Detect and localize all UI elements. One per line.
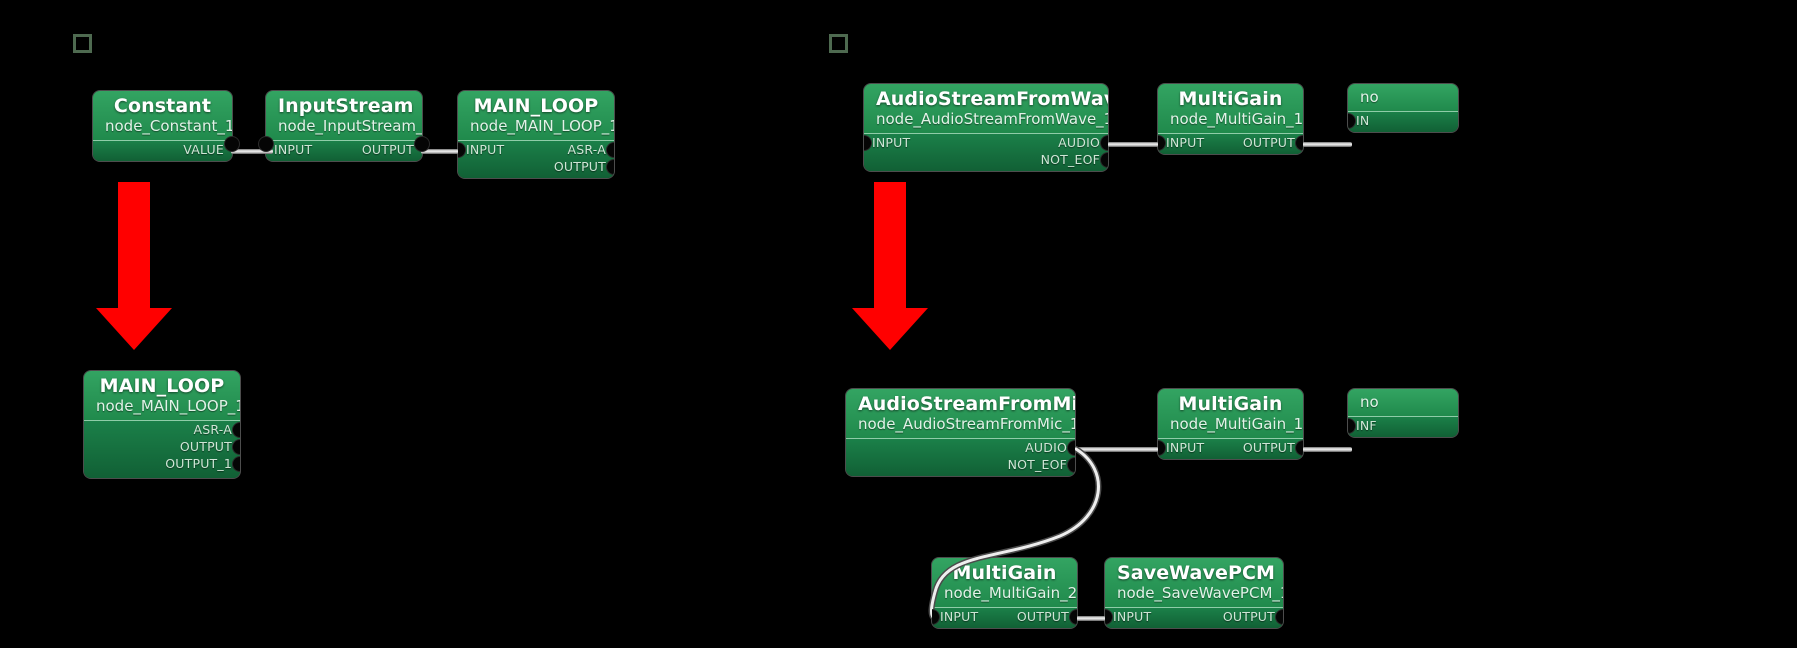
port-dot-out-asr-a[interactable] bbox=[233, 422, 240, 437]
wire-audio-to-multigain2-curve bbox=[928, 446, 1102, 621]
port-dot-out-output[interactable] bbox=[1296, 135, 1303, 150]
graph-canvas: Constant node_Constant_1 VALUE InputStre… bbox=[0, 0, 1797, 648]
port-dot-out-output[interactable] bbox=[1070, 609, 1077, 624]
port-dot-out-asr-a[interactable] bbox=[607, 142, 614, 157]
port-dot-out-output[interactable] bbox=[1296, 440, 1303, 455]
port-dot-out-output[interactable] bbox=[607, 159, 614, 174]
port-dot-out-not-eof[interactable] bbox=[1101, 152, 1108, 167]
port-dot-out-not-eof[interactable] bbox=[1068, 457, 1075, 472]
port-dot-out-output[interactable] bbox=[415, 137, 429, 151]
port-dot-out-audio[interactable] bbox=[1101, 135, 1108, 150]
port-dot-out-audio[interactable] bbox=[1068, 440, 1075, 455]
port-dot-in-input[interactable] bbox=[259, 137, 273, 151]
port-dot-out-output[interactable] bbox=[233, 439, 240, 454]
port-dot-out-output-1[interactable] bbox=[233, 456, 240, 471]
port-dot-out-value[interactable] bbox=[225, 137, 239, 151]
port-dot-out-output[interactable] bbox=[1276, 609, 1283, 624]
